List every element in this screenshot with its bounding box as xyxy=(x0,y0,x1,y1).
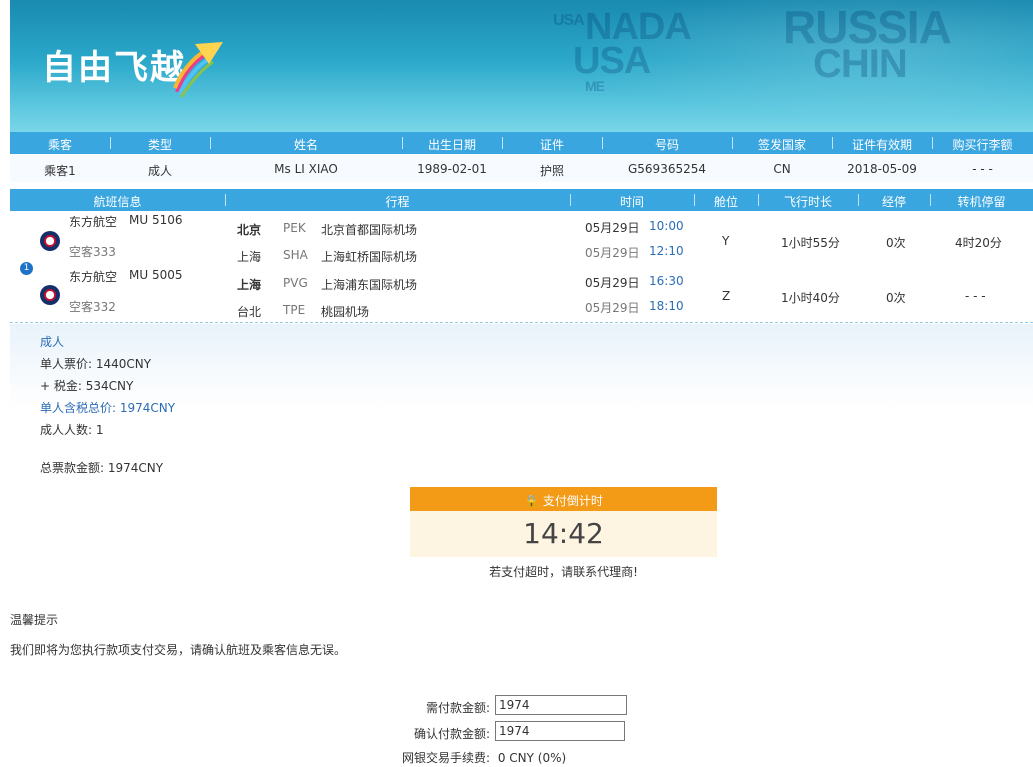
bank-fee-label: 网银交易手续费: xyxy=(401,751,490,765)
arr-code: SHA xyxy=(283,248,308,262)
aircraft-type: 空客333 xyxy=(69,245,116,259)
tips-title: 温馨提示 xyxy=(10,613,59,627)
passenger-expiry: 2018-05-09 xyxy=(847,162,917,176)
china-eastern-logo-icon xyxy=(40,285,60,305)
dep-code: PVG xyxy=(283,276,308,290)
dep-airport: 北京首都国际机场 xyxy=(321,223,418,237)
passenger-name: Ms LI XIAO xyxy=(274,162,338,176)
col-birthdate: 出生日期 xyxy=(427,138,476,152)
layover: - - - xyxy=(965,289,986,303)
flight-number: MU 5005 xyxy=(129,268,183,282)
passenger-number: G569365254 xyxy=(627,162,706,176)
world-map-graphic: USA NADA USA RUSSIA CHIN ME xyxy=(513,0,1033,132)
dep-code: PEK xyxy=(283,221,306,235)
layover: 4时20分 xyxy=(955,236,1002,250)
col-type: 类型 xyxy=(147,138,172,152)
map-word: CHIN xyxy=(813,42,908,86)
lock-icon: 🔒 xyxy=(524,494,540,508)
arr-code: TPE xyxy=(283,303,306,317)
confirm-amount-label: 确认付款金额: xyxy=(413,727,490,741)
arr-date: 05月29日 xyxy=(585,301,640,315)
dep-airport: 上海浦东国际机场 xyxy=(321,278,418,292)
china-eastern-logo-icon xyxy=(40,231,60,251)
col-duration: 飞行时长 xyxy=(783,195,832,209)
col-flight-info: 航班信息 xyxy=(93,195,142,209)
col-cabin: 舱位 xyxy=(713,195,738,209)
arr-city: 台北 xyxy=(237,305,262,319)
adult-count: 成人人数: 1 xyxy=(40,423,104,437)
arr-airport: 桃园机场 xyxy=(321,305,370,319)
flight-duration: 1小时40分 xyxy=(781,291,840,305)
arr-date: 05月29日 xyxy=(585,246,640,260)
airline-name: 东方航空 xyxy=(69,270,118,284)
required-amount-input[interactable] xyxy=(495,695,627,715)
countdown-header: 🔒 支付倒计时 xyxy=(410,487,717,511)
arr-city: 上海 xyxy=(237,250,262,264)
required-amount-row: 需付款金额: xyxy=(380,699,490,716)
col-itinerary: 行程 xyxy=(385,195,410,209)
dep-city: 北京 xyxy=(237,223,262,237)
bank-fee-value: 0 CNY (0%) xyxy=(497,751,567,765)
unit-total-price: 单人含税总价: 1974CNY xyxy=(40,401,176,415)
confirm-amount-row: 确认付款金额: xyxy=(380,725,490,742)
map-word: ME xyxy=(585,78,605,94)
divider xyxy=(10,322,1033,323)
arr-time: 18:10 xyxy=(649,299,684,313)
tips-text: 我们即将为您执行款项支付交易，请确认航班及乘客信息无误。 xyxy=(10,643,347,657)
header-banner: USA NADA USA RUSSIA CHIN ME 自由飞越 xyxy=(10,0,1033,132)
grand-total: 总票款金额: 1974CNY xyxy=(40,461,164,475)
stops: 0次 xyxy=(886,236,906,250)
col-stops: 经停 xyxy=(881,195,906,209)
confirm-amount-input[interactable] xyxy=(495,721,625,741)
passenger-table-header: 乘客 类型 姓名 出生日期 证件 号码 签发国家 证件有效期 购买行李额 xyxy=(10,132,1033,154)
airline-name: 东方航空 xyxy=(69,215,118,229)
itinerary-number-badge: 1 xyxy=(20,262,33,275)
map-word: USA xyxy=(573,40,651,82)
flight-table-header: 航班信息 行程 时间 舱位 飞行时长 经停 转机停留 xyxy=(10,189,1033,211)
price-summary xyxy=(10,324,1033,464)
countdown-value: 14:42 xyxy=(523,517,604,550)
stops: 0次 xyxy=(886,291,906,305)
required-amount-label: 需付款金额: xyxy=(425,701,490,715)
table-row: 乘客1 成人 Ms LI XIAO 1989-02-01 护照 G5693652… xyxy=(10,154,1033,182)
dep-date: 05月29日 xyxy=(585,276,640,290)
passenger-birthdate: 1989-02-01 xyxy=(417,162,487,176)
countdown-title: 支付倒计时 xyxy=(542,494,603,508)
col-layover: 转机停留 xyxy=(957,195,1006,209)
passenger-baggage: - - - xyxy=(972,162,993,176)
col-name: 姓名 xyxy=(293,138,318,152)
aircraft-type: 空客332 xyxy=(69,300,116,314)
passenger-issue-country: CN xyxy=(773,162,791,176)
col-time: 时间 xyxy=(619,195,644,209)
arr-time: 12:10 xyxy=(649,244,684,258)
tax-amount: + 税金: 534CNY xyxy=(40,379,134,393)
passenger-type: 成人 xyxy=(147,164,172,178)
map-word: USA xyxy=(553,12,585,29)
col-document: 证件 xyxy=(539,138,564,152)
arr-airport: 上海虹桥国际机场 xyxy=(321,250,418,264)
countdown-body: 14:42 xyxy=(410,511,717,557)
cabin-class: Y xyxy=(722,234,730,248)
paper-plane-logo-icon xyxy=(173,42,223,98)
dep-time: 10:00 xyxy=(649,219,684,233)
countdown-note: 若支付超时，请联系代理商! xyxy=(489,565,638,579)
flight-duration: 1小时55分 xyxy=(781,236,840,250)
unit-price: 单人票价: 1440CNY xyxy=(40,357,152,371)
passenger-document: 护照 xyxy=(539,164,564,178)
col-number: 号码 xyxy=(654,138,679,152)
col-issue-country: 签发国家 xyxy=(757,138,806,152)
col-passenger: 乘客 xyxy=(47,138,72,152)
dep-time: 16:30 xyxy=(649,274,684,288)
price-type-label: 成人 xyxy=(40,335,65,349)
col-expiry: 证件有效期 xyxy=(851,138,912,152)
flight-number: MU 5106 xyxy=(129,213,183,227)
dep-city: 上海 xyxy=(237,278,262,292)
flight-segments: 东方航空 MU 5106 空客333 北京 PEK 北京首都国际机场 上海 SH… xyxy=(10,211,1033,323)
col-baggage: 购买行李额 xyxy=(952,138,1013,152)
bank-fee-row: 网银交易手续费: 0 CNY (0%) xyxy=(380,749,566,766)
payment-countdown: 🔒 支付倒计时 14:42 xyxy=(410,487,717,557)
passenger-label: 乘客1 xyxy=(44,164,76,178)
dep-date: 05月29日 xyxy=(585,221,640,235)
cabin-class: Z xyxy=(722,289,731,303)
